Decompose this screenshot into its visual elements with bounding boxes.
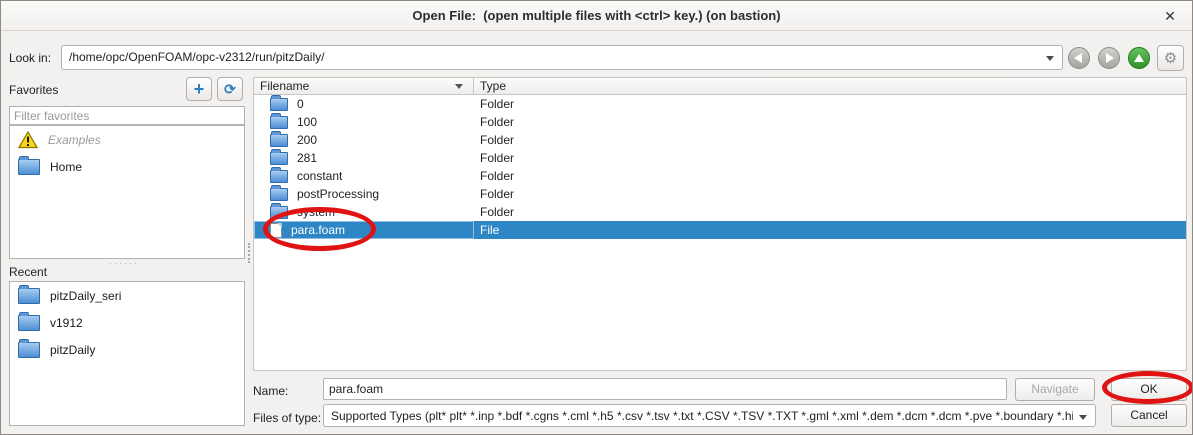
file-type-cell: Folder (474, 151, 514, 165)
file-name-label: postProcessing (297, 187, 379, 201)
ok-button[interactable]: OK (1111, 378, 1187, 401)
open-file-dialog: Open File: (open multiple files with <ct… (0, 0, 1193, 435)
folder-icon (270, 116, 288, 129)
vertical-splitter-handle[interactable] (248, 243, 250, 263)
folder-icon (18, 342, 40, 358)
folder-icon (18, 159, 40, 175)
look-in-label: Look in: (9, 51, 51, 65)
table-body: 0Folder100Folder200Folder281Folderconsta… (254, 95, 1186, 239)
chevron-down-icon (1046, 56, 1054, 61)
refresh-favorites-button[interactable]: ⟳ (217, 77, 243, 101)
folder-icon (270, 134, 288, 147)
favorites-header: Favorites (9, 83, 58, 97)
favorites-item[interactable]: Examples (10, 126, 244, 153)
file-type-combobox[interactable]: Supported Types (plt* plt* *.inp *.bdf *… (323, 404, 1096, 427)
file-name-cell: postProcessing (254, 185, 474, 203)
recent-list: pitzDaily_seri v1912 pitzDaily (9, 281, 245, 426)
table-row[interactable]: 100 Folder (254, 113, 1186, 131)
file-name-cell: 0 (254, 95, 474, 113)
file-type-cell: File (474, 223, 499, 237)
file-icon (270, 223, 282, 238)
folder-icon (18, 315, 40, 331)
file-name-label: para.foam (291, 223, 345, 237)
file-name-label: system (297, 205, 335, 219)
file-type-cell: Folder (474, 133, 514, 147)
cancel-button[interactable]: Cancel (1111, 404, 1187, 427)
file-type-cell: Folder (474, 169, 514, 183)
files-of-type-label: Files of type: (253, 411, 321, 425)
file-name-label: 0 (297, 97, 304, 111)
table-row[interactable]: 200 Folder (254, 131, 1186, 149)
forward-arrow-icon (1106, 53, 1114, 63)
plus-icon: + (194, 79, 205, 100)
file-type-cell: Folder (474, 97, 514, 111)
folder-icon (270, 188, 288, 201)
file-name-label: 100 (297, 115, 317, 129)
title-bar: Open File: (open multiple files with <ct… (1, 1, 1192, 31)
column-header-filename[interactable]: Filename (254, 78, 474, 94)
favorites-list: Examples Home (9, 125, 245, 259)
filename-input[interactable] (323, 378, 1007, 400)
file-name-label: constant (297, 169, 342, 183)
filter-favorites-input[interactable] (9, 106, 245, 125)
table-row[interactable]: postProcessing Folder (254, 185, 1186, 203)
horizontal-splitter-handle[interactable]: ······ (109, 258, 139, 268)
dialog-title: Open File: (open multiple files with <ct… (1, 8, 1192, 23)
table-row[interactable]: 0 Folder (254, 95, 1186, 113)
name-label: Name: (253, 384, 288, 398)
refresh-icon: ⟳ (224, 81, 236, 98)
recent-item[interactable]: v1912 (10, 309, 244, 336)
chevron-down-icon (1079, 415, 1087, 420)
close-icon[interactable]: ✕ (1160, 6, 1180, 26)
recent-item[interactable]: pitzDaily (10, 336, 244, 363)
file-list-panel: Filename Type 0Folder100Folder200Folder2… (253, 77, 1187, 371)
favorites-item[interactable]: Home (10, 153, 244, 180)
table-header: Filename Type (254, 78, 1186, 95)
file-type-cell: Folder (474, 187, 514, 201)
up-arrow-icon (1134, 54, 1144, 62)
file-name-label: 200 (297, 133, 317, 147)
add-favorite-button[interactable]: + (186, 77, 212, 101)
table-row[interactable]: para.foam File (254, 221, 1186, 239)
favorites-item-label: Examples (48, 133, 101, 147)
file-name-cell: constant (254, 167, 474, 185)
back-button[interactable] (1068, 47, 1090, 69)
favorites-item-label: Home (50, 160, 82, 174)
file-name-cell: 281 (254, 149, 474, 167)
warning-icon (18, 131, 38, 149)
sort-descending-icon (455, 84, 463, 89)
recent-item-label: pitzDaily (50, 343, 95, 357)
up-directory-button[interactable] (1128, 47, 1150, 69)
folder-icon (270, 152, 288, 165)
recent-header: Recent (9, 265, 47, 279)
back-arrow-icon (1074, 53, 1082, 63)
recent-item[interactable]: pitzDaily_seri (10, 282, 244, 309)
file-name-label: 281 (297, 151, 317, 165)
path-combobox[interactable]: /home/opc/OpenFOAM/opc-v2312/run/pitzDai… (61, 45, 1063, 70)
forward-button[interactable] (1098, 47, 1120, 69)
folder-icon (270, 170, 288, 183)
current-path: /home/opc/OpenFOAM/opc-v2312/run/pitzDai… (69, 50, 1040, 64)
file-name-cell: 200 (254, 131, 474, 149)
folder-icon (270, 98, 288, 111)
recent-item-label: v1912 (50, 316, 83, 330)
column-header-type[interactable]: Type (474, 78, 506, 95)
file-type-cell: Folder (474, 115, 514, 129)
gear-icon: ⚙ (1164, 49, 1177, 67)
table-row[interactable]: constant Folder (254, 167, 1186, 185)
file-name-cell: 100 (254, 113, 474, 131)
recent-item-label: pitzDaily_seri (50, 289, 121, 303)
file-type-cell: Folder (474, 205, 514, 219)
folder-icon (270, 206, 288, 219)
table-row[interactable]: 281 Folder (254, 149, 1186, 167)
file-type-value: Supported Types (plt* plt* *.inp *.bdf *… (331, 409, 1073, 423)
file-name-cell: para.foam (254, 221, 474, 239)
folder-icon (18, 288, 40, 304)
settings-button[interactable]: ⚙ (1157, 45, 1184, 71)
table-row[interactable]: system Folder (254, 203, 1186, 221)
navigate-button[interactable]: Navigate (1015, 378, 1095, 401)
file-name-cell: system (254, 203, 474, 221)
